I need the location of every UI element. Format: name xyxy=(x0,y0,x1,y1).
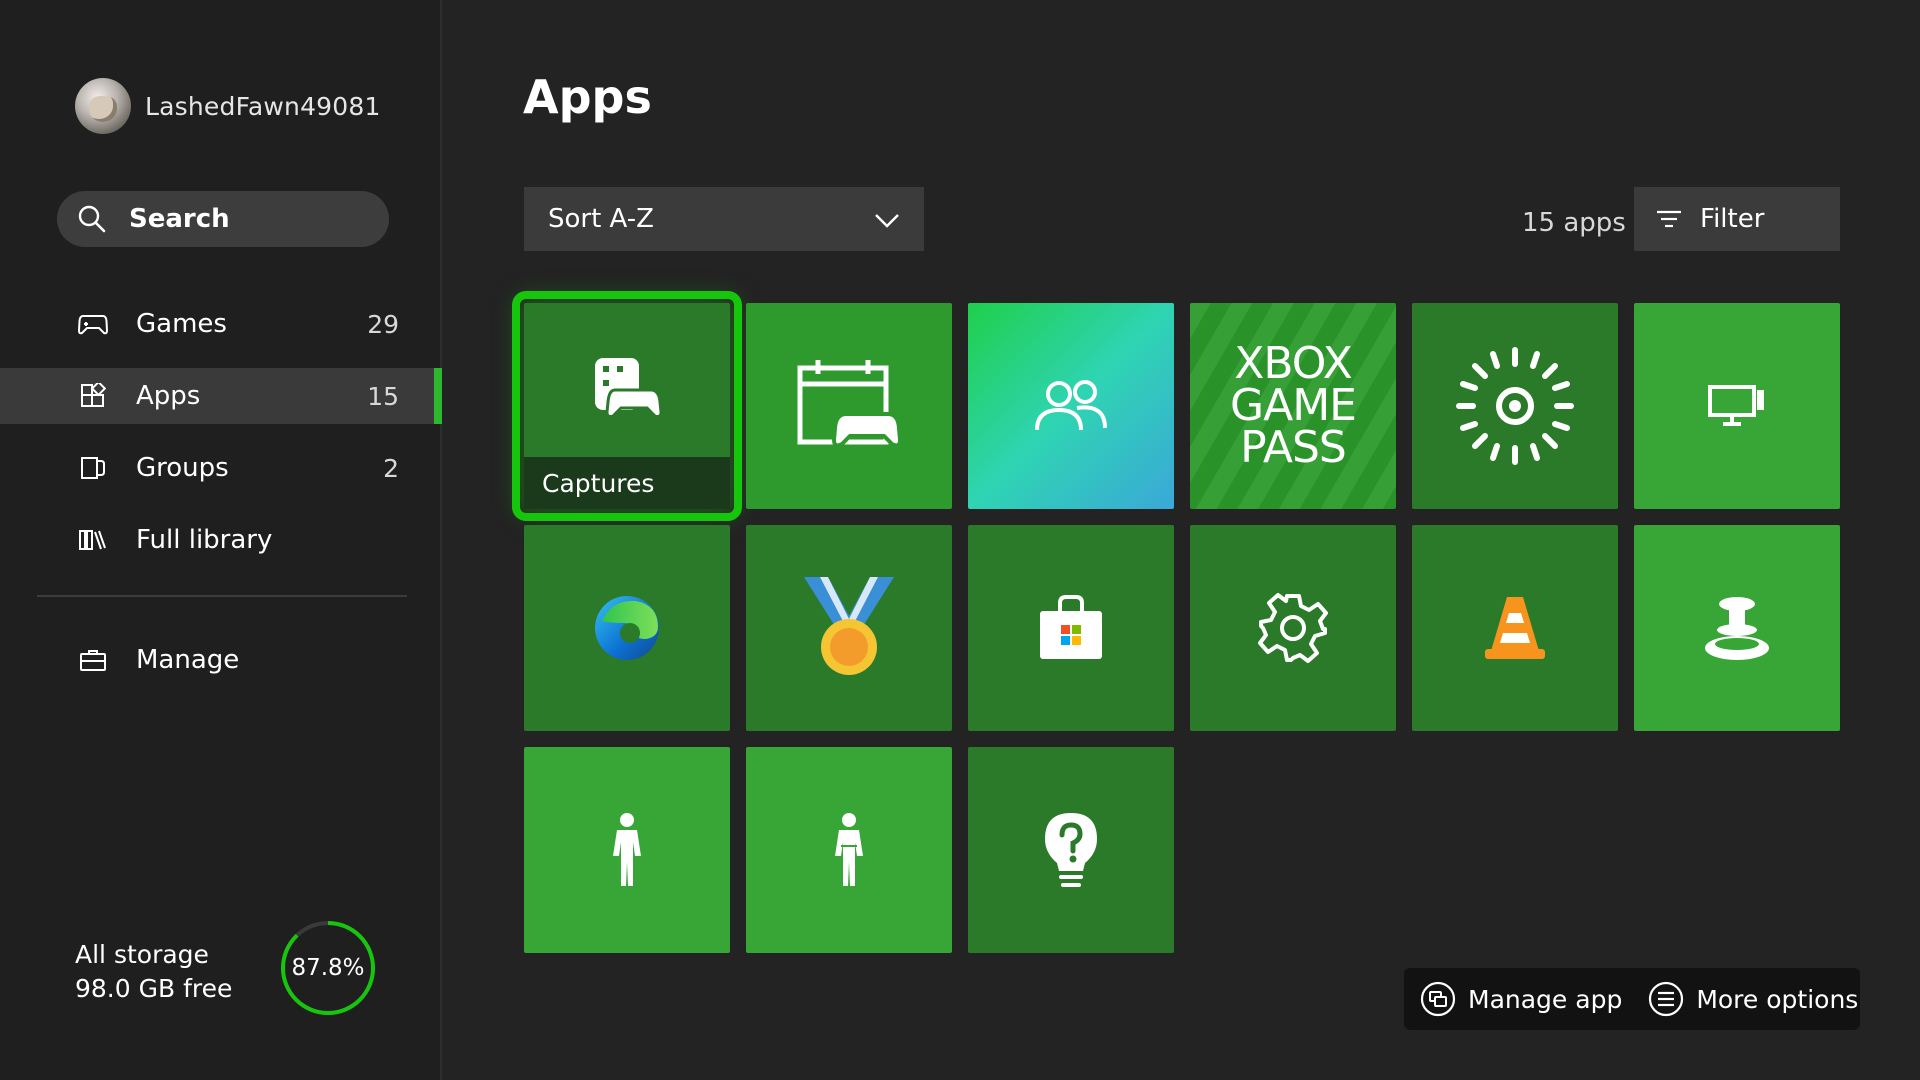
logo-line: XBOX xyxy=(1234,338,1353,389)
xbox-game-pass-logo: XBOX GAME PASS xyxy=(1230,338,1357,473)
sidebar-item-label: Groups xyxy=(136,453,229,483)
app-tile-avatar-store[interactable] xyxy=(746,747,952,953)
briefcase-icon xyxy=(78,645,108,675)
sidebar-item-label: Games xyxy=(136,309,227,339)
filter-button[interactable]: Filter xyxy=(1634,187,1840,251)
library-icon xyxy=(78,525,108,555)
microsoft-store-icon xyxy=(1040,595,1102,659)
tips-lightbulb-icon xyxy=(1045,813,1097,887)
app-tile-game-pass[interactable]: XBOX GAME PASS xyxy=(1190,303,1396,509)
sidebar-item-label: Full library xyxy=(136,525,273,555)
people-icon xyxy=(1035,380,1107,431)
app-tile-vlc[interactable] xyxy=(1412,525,1618,731)
storage-title: All storage xyxy=(75,940,209,969)
manage-app-label: Manage app xyxy=(1468,984,1623,1014)
app-tile-settings[interactable] xyxy=(1190,525,1396,731)
sidebar-item-full-library[interactable]: Full library xyxy=(0,512,442,568)
gamepad-icon xyxy=(78,309,108,339)
search-icon xyxy=(78,205,106,233)
app-tile-display[interactable] xyxy=(1634,303,1840,509)
app-tile-captures[interactable]: Captures xyxy=(512,291,742,521)
sidebar-item-manage[interactable]: Manage xyxy=(78,632,239,688)
avatar-figure-icon xyxy=(613,813,641,886)
tile-caption: Captures xyxy=(524,457,730,509)
search-label: Search xyxy=(129,204,230,234)
app-tile-edge[interactable] xyxy=(524,525,730,731)
storage-info: All storage 98.0 GB free xyxy=(75,938,232,1006)
sidebar-nav: Games 29 Apps 15 Groups 2 Full library xyxy=(0,296,442,584)
app-grid: Captures XBOX GAME PASS xyxy=(512,291,1844,953)
app-tile-calendar[interactable] xyxy=(746,303,952,509)
app-tile-achievements[interactable] xyxy=(746,525,952,731)
app-tile-accessory[interactable] xyxy=(1634,525,1840,731)
page-title: Apps xyxy=(523,70,652,124)
settings-gear-icon xyxy=(1258,593,1328,663)
more-options-hint[interactable]: More options xyxy=(1648,981,1858,1017)
vlc-cone-icon xyxy=(1485,597,1545,659)
sort-dropdown[interactable]: Sort A-Z xyxy=(524,187,924,251)
sidebar-divider xyxy=(37,595,407,597)
storage-ring: 87.8% xyxy=(280,920,376,1016)
username: LashedFawn49081 xyxy=(145,91,381,121)
sidebar-item-label: Apps xyxy=(136,381,201,411)
app-tile-social[interactable] xyxy=(968,303,1174,509)
sidebar-item-count: 2 xyxy=(383,453,399,483)
apps-icon xyxy=(78,381,108,411)
captures-icon xyxy=(595,358,663,418)
sidebar-item-count: 15 xyxy=(367,381,399,411)
sun-burst-icon xyxy=(1456,347,1574,465)
app-tile-avatar-editor[interactable] xyxy=(524,747,730,953)
groups-icon xyxy=(78,453,108,483)
search-button[interactable]: Search xyxy=(57,191,389,247)
sidebar-item-apps[interactable]: Apps 15 xyxy=(0,368,442,424)
controller-hint-bar: Manage app More options xyxy=(1404,968,1860,1030)
avatar xyxy=(75,78,131,134)
view-button-icon xyxy=(1420,981,1456,1017)
menu-button-icon xyxy=(1649,981,1684,1017)
sidebar: LashedFawn49081 Search Games 29 Apps 15 … xyxy=(0,0,442,1080)
joystick-icon xyxy=(1705,597,1769,660)
more-options-label: More options xyxy=(1696,984,1859,1014)
sidebar-item-games[interactable]: Games 29 xyxy=(0,296,442,352)
logo-line: GAME xyxy=(1230,380,1357,431)
edge-browser-icon xyxy=(595,596,659,660)
logo-line: PASS xyxy=(1240,422,1347,473)
storage-percent: 87.8% xyxy=(291,955,365,981)
medal-icon xyxy=(804,577,894,675)
filter-label: Filter xyxy=(1700,204,1765,234)
xbox-apps-screen: LashedFawn49081 Search Games 29 Apps 15 … xyxy=(0,0,1920,1080)
sidebar-item-count: 29 xyxy=(367,309,399,339)
sidebar-item-label: Manage xyxy=(136,645,240,675)
storage-free: 98.0 GB free xyxy=(75,974,233,1003)
sort-label: Sort A-Z xyxy=(548,204,654,234)
app-tile-tips[interactable] xyxy=(968,747,1174,953)
app-tile-rewards[interactable] xyxy=(1412,303,1618,509)
calendar-controller-icon xyxy=(797,360,903,448)
chevron-down-icon xyxy=(875,214,899,228)
display-icon xyxy=(1708,385,1764,426)
app-tile-store[interactable] xyxy=(968,525,1174,731)
manage-app-hint[interactable]: Manage app xyxy=(1420,981,1622,1017)
avatar-figure-icon xyxy=(835,813,863,886)
profile[interactable]: LashedFawn49081 xyxy=(75,78,381,134)
sidebar-item-groups[interactable]: Groups 2 xyxy=(0,440,442,496)
filter-icon xyxy=(1657,210,1681,228)
app-count: 15 apps xyxy=(1522,208,1626,238)
